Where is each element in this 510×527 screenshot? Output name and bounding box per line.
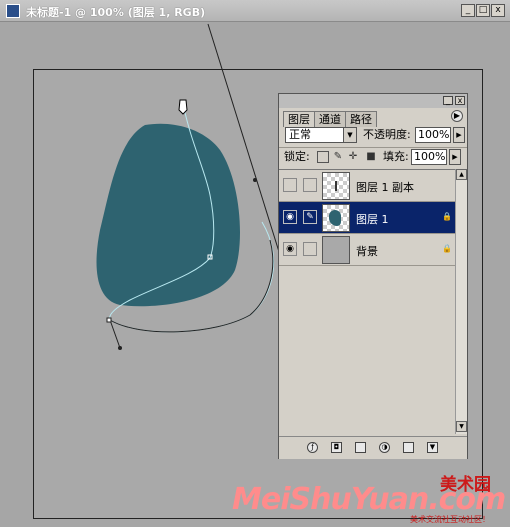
lock-paint-icon[interactable]: ✎	[332, 151, 344, 163]
visibility-toggle[interactable]	[283, 178, 297, 192]
layer-name: 图层 1	[356, 213, 389, 226]
panel-close-icon[interactable]: x	[455, 96, 465, 105]
thumb-mark	[335, 181, 337, 191]
lock-move-icon[interactable]: ✛	[347, 151, 359, 163]
anchor-point	[106, 317, 112, 323]
lock-transparency-icon[interactable]	[317, 151, 329, 163]
lock-all-icon[interactable]: ■	[365, 151, 377, 163]
layer-thumbnail	[322, 204, 350, 232]
eye-icon[interactable]: ◉	[283, 242, 297, 256]
layer-row[interactable]: ◉ 背景 🔒	[279, 234, 455, 266]
chevron-down-icon: ▼	[343, 128, 356, 142]
layer-row[interactable]: ◉ ✎ 图层 1 🔒	[279, 202, 455, 234]
pen-cursor-icon	[178, 99, 188, 115]
trash-icon[interactable]: ▼	[427, 442, 438, 453]
panel-tabs: 图层 通道 路径	[283, 108, 377, 127]
control-handle	[118, 346, 122, 350]
panel-minimize-icon[interactable]: _	[443, 96, 453, 105]
teal-shape	[96, 123, 240, 307]
blend-mode-select[interactable]: 正常 ▼	[285, 127, 357, 143]
layers-panel[interactable]: _ x 图层 通道 路径 ▶ 正常 ▼ 不透明度: 100% ▶ 锁定: ✎ ✛ ■…	[278, 93, 468, 459]
scroll-down-icon[interactable]: ▼	[456, 421, 467, 432]
layer-thumbnail	[322, 172, 350, 200]
lock-icon: 🔒	[442, 244, 452, 253]
tab-channels[interactable]: 通道	[314, 111, 346, 127]
eye-icon[interactable]: ◉	[283, 210, 297, 224]
link-toggle[interactable]	[303, 178, 317, 192]
divider	[279, 147, 467, 148]
watermark-text: MeiShuYuan.com	[232, 482, 506, 517]
layer-style-icon[interactable]: ƒ	[307, 442, 318, 453]
adjustment-layer-icon[interactable]: ◑	[379, 442, 390, 453]
layers-list: 图层 1 副本 ◉ ✎ 图层 1 🔒 ◉ 背景 🔒	[279, 169, 455, 435]
layer-name: 图层 1 副本	[356, 181, 414, 194]
new-layer-icon[interactable]	[403, 442, 414, 453]
lock-icon: 🔒	[442, 212, 452, 221]
panel-menu-icon[interactable]: ▶	[451, 110, 463, 122]
layer-name: 背景	[356, 245, 378, 258]
opacity-label: 不透明度:	[363, 128, 411, 141]
fill-field[interactable]: 100%	[411, 149, 447, 165]
lock-label: 锁定:	[284, 150, 310, 163]
layer-thumbnail	[322, 236, 350, 264]
fill-label: 填充:	[383, 150, 409, 163]
opacity-slider-button[interactable]: ▶	[453, 127, 465, 143]
add-mask-icon[interactable]: ◘	[331, 442, 342, 453]
tab-paths[interactable]: 路径	[345, 111, 377, 127]
blend-row: 正常 ▼ 不透明度: 100% ▶	[283, 127, 465, 145]
panel-bottom-bar: ƒ ◘ ◑ ▼	[279, 436, 467, 459]
thumb-shape	[329, 210, 341, 226]
fill-slider-button[interactable]: ▶	[449, 149, 461, 165]
watermark-subtitle: 美术交流社互动社区！	[410, 515, 490, 524]
link-toggle[interactable]	[303, 242, 317, 256]
layers-scrollbar[interactable]: ▲ ▼	[455, 169, 467, 434]
panel-grip[interactable]: _ x	[279, 94, 467, 108]
scroll-up-icon[interactable]: ▲	[456, 169, 467, 180]
control-handle	[253, 178, 257, 182]
brush-icon[interactable]: ✎	[303, 210, 317, 224]
opacity-field[interactable]: 100%	[415, 127, 451, 143]
blend-mode-value: 正常	[289, 128, 311, 141]
tab-layers[interactable]: 图层	[283, 111, 315, 127]
new-set-icon[interactable]	[355, 442, 366, 453]
layer-row[interactable]: 图层 1 副本	[279, 170, 455, 202]
